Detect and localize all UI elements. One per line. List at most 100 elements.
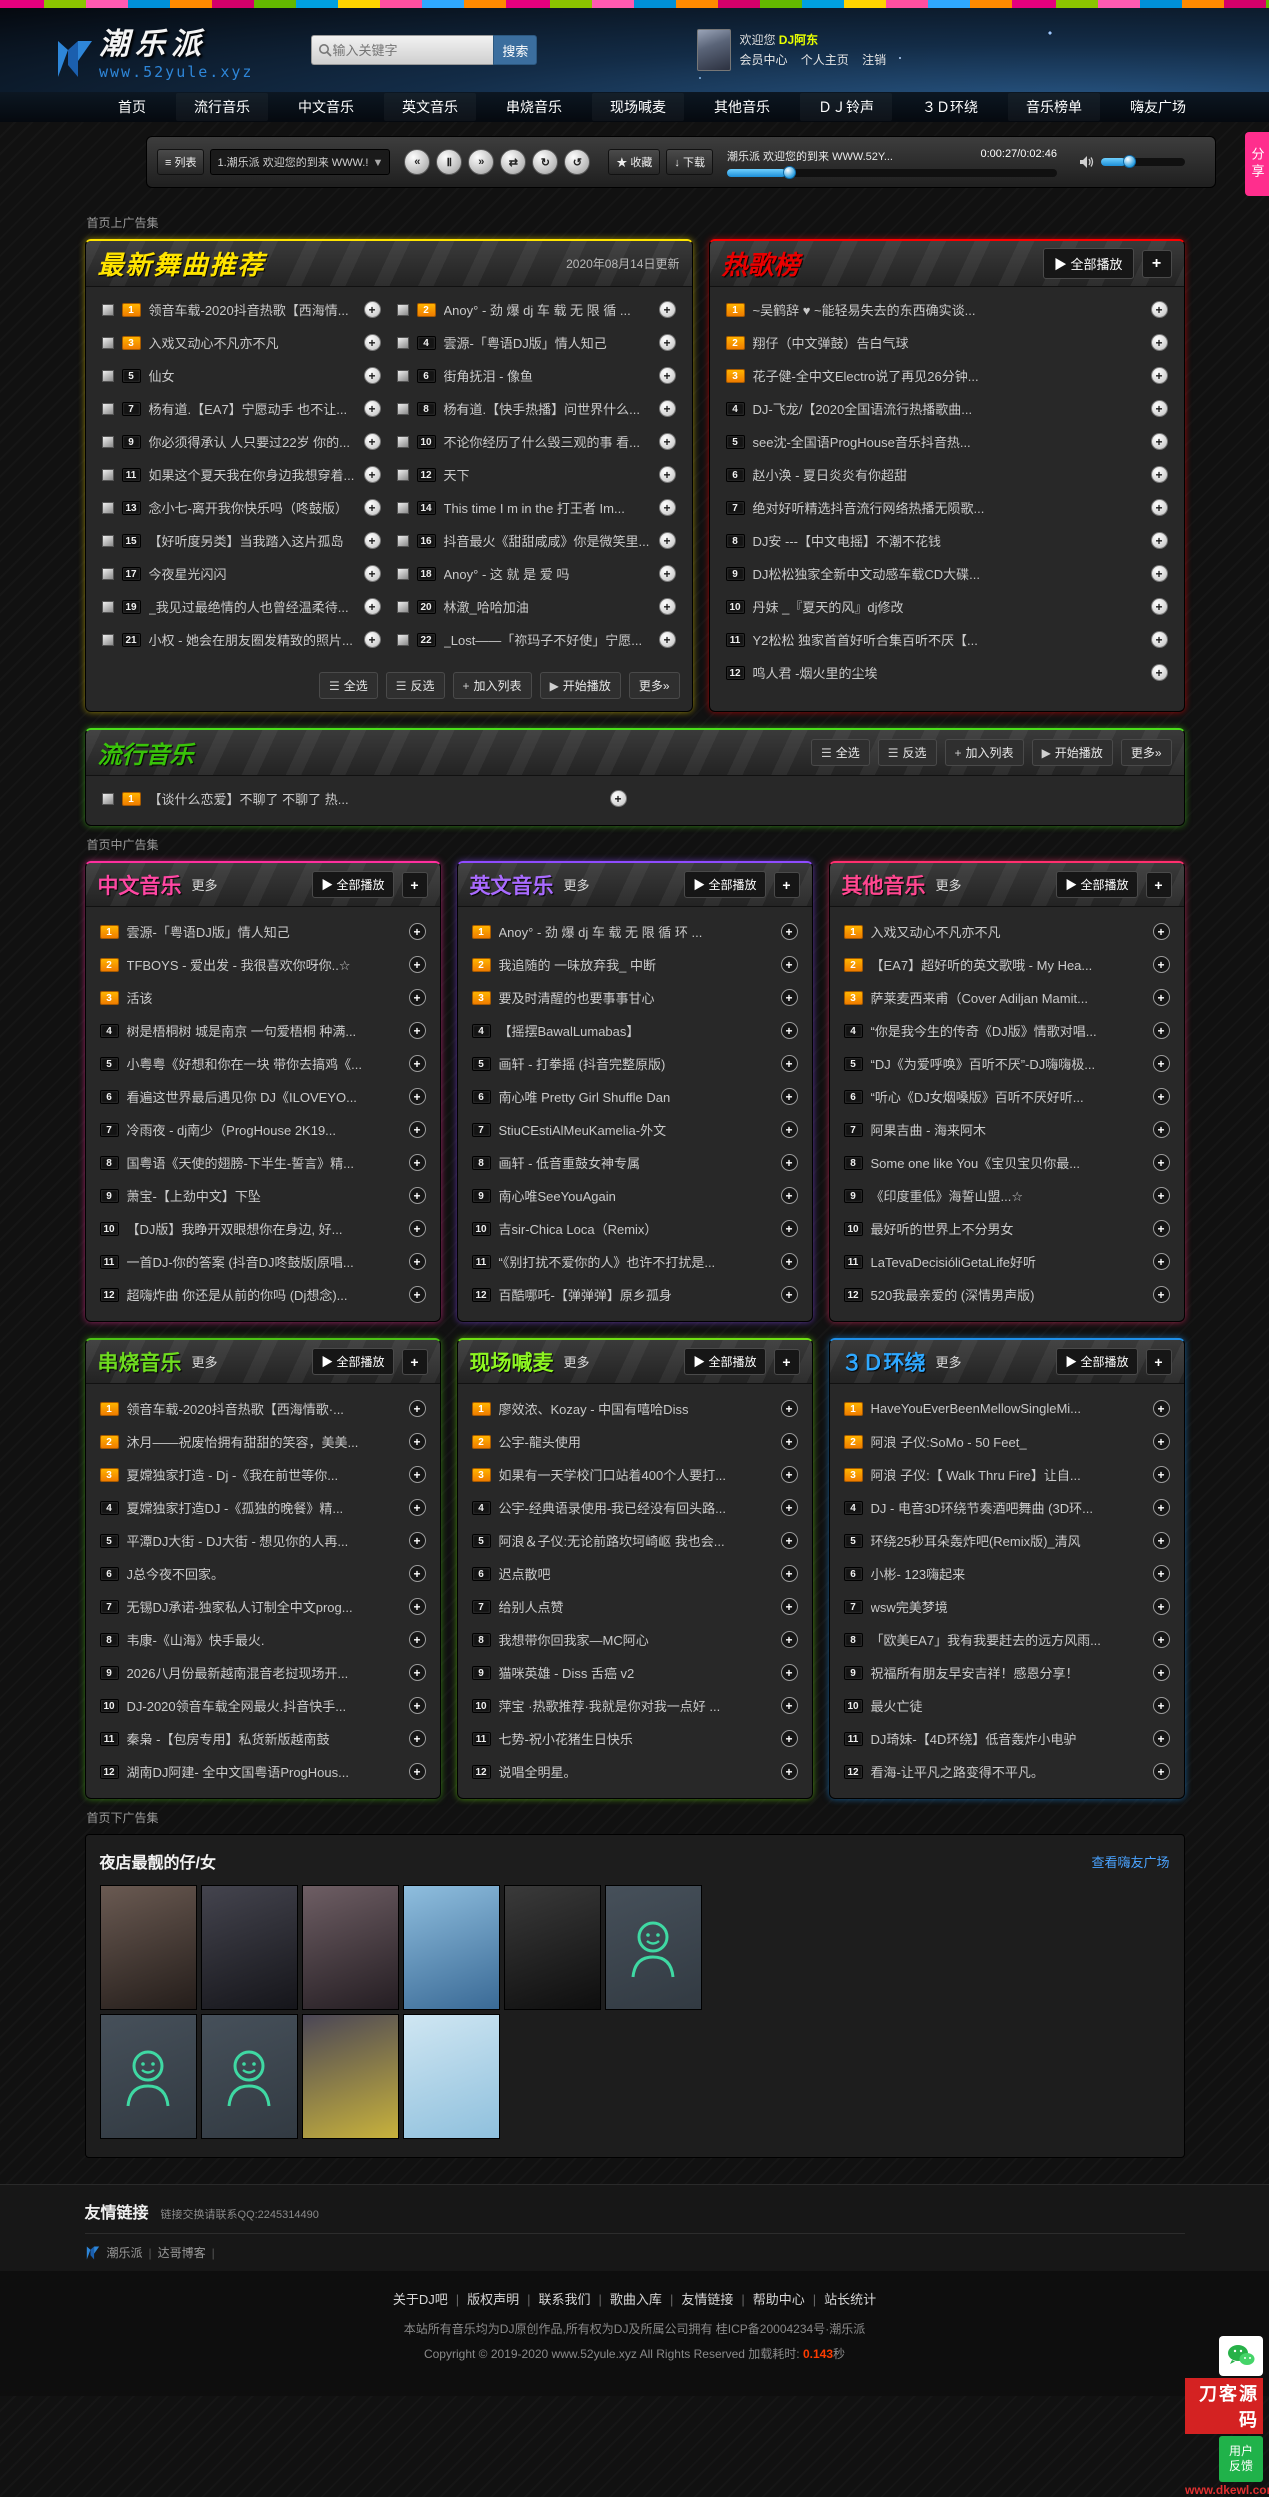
add-song-icon[interactable]: + <box>1151 631 1168 648</box>
song-title[interactable]: 萧宝-【上劲中文】下坠 <box>127 1186 401 1205</box>
search-input[interactable] <box>332 43 482 58</box>
add-song-icon[interactable]: + <box>1153 1763 1170 1780</box>
song-title[interactable]: 「欧美EA7」我有我要赶去的远方风雨... <box>871 1630 1145 1649</box>
add-song-icon[interactable]: + <box>1153 1400 1170 1417</box>
song-title[interactable]: 仙女 <box>149 366 356 385</box>
song-title[interactable]: 画轩 - 打拳摇 (抖音完整原版) <box>499 1054 773 1073</box>
song-title[interactable]: DJ安 ---【中文电摇】不潮不花钱 <box>753 531 1143 550</box>
add-song-icon[interactable]: + <box>409 1631 426 1648</box>
more-link[interactable]: 更多 <box>564 875 590 894</box>
add-song-icon[interactable]: + <box>781 1055 798 1072</box>
song-title[interactable]: 入戏又动心不凡亦不凡 <box>871 922 1145 941</box>
row-checkbox[interactable] <box>102 436 114 448</box>
add-song-icon[interactable]: + <box>1153 1121 1170 1138</box>
more-link[interactable]: 更多 <box>936 875 962 894</box>
row-checkbox[interactable] <box>397 634 409 646</box>
song-title[interactable]: 鸣人君 -烟火里的尘埃 <box>753 663 1143 682</box>
row-checkbox[interactable] <box>102 535 114 547</box>
play-all-button[interactable]: ▶ 全部播放 <box>312 1348 393 1375</box>
song-title[interactable]: 你必须得承认 人只要过22岁 你的... <box>149 432 356 451</box>
play-all-button[interactable]: ▶ 全部播放 <box>1056 871 1137 898</box>
add-song-icon[interactable]: + <box>1153 1286 1170 1303</box>
view-plaza-link[interactable]: 查看嗨友广场 <box>1091 1852 1169 1871</box>
row-checkbox[interactable] <box>397 304 409 316</box>
add-song-icon[interactable]: + <box>1153 923 1170 940</box>
add-song-icon[interactable]: + <box>781 1088 798 1105</box>
song-title[interactable]: ~吴鹤辞 ♥ ~能轻易失去的东西确实谈... <box>753 300 1143 319</box>
user-link-homepage[interactable]: 个人主页 <box>801 53 849 67</box>
friend-link[interactable]: 潮乐派 <box>107 2244 143 2261</box>
photo-man-bw[interactable] <box>504 1885 601 2010</box>
play-all-button[interactable]: ▶ 全部播放 <box>684 1348 765 1375</box>
nav-item-4[interactable]: 串烧音乐 <box>488 93 580 121</box>
song-title[interactable]: 林澈_哈哈加油 <box>444 597 651 616</box>
song-title[interactable]: 南心唯 Pretty Girl Shuffle Dan <box>499 1087 773 1106</box>
add-song-icon[interactable]: + <box>409 1286 426 1303</box>
song-title[interactable]: 秦枭 -【包房专用】私货新版越南鼓 <box>127 1729 401 1748</box>
nav-item-2[interactable]: 中文音乐 <box>280 93 372 121</box>
add-song-icon[interactable]: + <box>1153 1664 1170 1681</box>
song-title[interactable]: 百酷哪吒-【弹弹弹】原乡孤身 <box>499 1285 773 1304</box>
footer-link-5[interactable]: 帮助中心 <box>753 2292 805 2307</box>
photo-girl-dark[interactable] <box>201 1885 298 2010</box>
song-title[interactable]: Some one like You《宝贝宝贝你最... <box>871 1153 1145 1172</box>
add-song-icon[interactable]: + <box>409 1598 426 1615</box>
song-title[interactable]: _我见过最绝情的人也曾经温柔待... <box>149 597 356 616</box>
avatar-default[interactable] <box>201 2014 298 2139</box>
add-all-button[interactable]: + <box>1142 250 1172 278</box>
avatar-default[interactable] <box>100 2014 197 2139</box>
add-song-icon[interactable]: + <box>409 1697 426 1714</box>
play-all-button[interactable]: ▶ 全部播放 <box>312 871 393 898</box>
play-all-button[interactable]: ▶ 全部播放 <box>1043 248 1134 279</box>
more-button[interactable]: 更多» <box>629 672 680 699</box>
user-avatar[interactable] <box>697 29 731 71</box>
song-title[interactable]: 看遍这世界最后遇见你 DJ《ILOVEYO... <box>127 1087 401 1106</box>
song-title[interactable]: 猫咪英雄 - Diss 舌癌 v2 <box>499 1663 773 1682</box>
song-title[interactable]: 我追随的 一味放弃我_ 中断 <box>499 955 773 974</box>
add-song-icon[interactable]: + <box>781 923 798 940</box>
song-title[interactable]: 雲源-「粤语DJ版」情人知己 <box>127 922 401 941</box>
song-title[interactable]: 小粤粤《好想和你在一块 带你去搞鸡《... <box>127 1054 401 1073</box>
add-song-icon[interactable]: + <box>1151 532 1168 549</box>
song-title[interactable]: 如果有一天学校门口站着400个人要打... <box>499 1465 773 1484</box>
song-title[interactable]: 花子健-全中文Electro说了再见26分钟... <box>753 366 1143 385</box>
song-title[interactable]: 翔仔（中文弹鼓）告白气球 <box>753 333 1143 352</box>
add-song-icon[interactable]: + <box>659 565 676 582</box>
row-checkbox[interactable] <box>102 601 114 613</box>
add-song-icon[interactable]: + <box>1153 1565 1170 1582</box>
song-title[interactable]: 今夜星光闪闪 <box>149 564 356 583</box>
prev-button[interactable]: « <box>404 149 430 175</box>
song-title[interactable]: J总今夜不回家。 <box>127 1564 401 1583</box>
add-all-button[interactable]: + <box>774 1349 800 1375</box>
nav-item-6[interactable]: 其他音乐 <box>696 93 788 121</box>
user-link-member[interactable]: 会员中心 <box>739 53 787 67</box>
play-all-button[interactable]: ▶ 全部播放 <box>1056 1348 1137 1375</box>
add-song-icon[interactable]: + <box>659 400 676 417</box>
song-title[interactable]: DJ-2020领音车载全网最火.抖音快手... <box>127 1696 401 1715</box>
row-checkbox[interactable] <box>102 370 114 382</box>
invert-select-button[interactable]: ☰反选 <box>878 739 937 766</box>
repeat-button[interactable]: ↻ <box>532 149 558 175</box>
song-title[interactable]: 雲源-「粤语DJ版」情人知己 <box>444 333 651 352</box>
volume-slider[interactable] <box>1101 158 1185 166</box>
add-song-icon[interactable]: + <box>1153 1499 1170 1516</box>
avatar-default[interactable] <box>605 1885 702 2010</box>
select-all-button[interactable]: ☰全选 <box>319 672 378 699</box>
nav-item-5[interactable]: 现场喊麦 <box>592 93 684 121</box>
play-all-button[interactable]: ▶ 全部播放 <box>684 871 765 898</box>
add-song-icon[interactable]: + <box>781 1253 798 1270</box>
add-song-icon[interactable]: + <box>781 956 798 973</box>
song-title[interactable]: 【EA7】超好听的英文歌哦 - My Hea... <box>871 955 1145 974</box>
add-song-icon[interactable]: + <box>364 334 381 351</box>
add-song-icon[interactable]: + <box>1153 1532 1170 1549</box>
song-title[interactable]: 平潭DJ大街 - DJ大街 - 想见你的人再... <box>127 1531 401 1550</box>
row-checkbox[interactable] <box>397 370 409 382</box>
row-checkbox[interactable] <box>397 469 409 481</box>
progress-bar[interactable] <box>727 169 1057 177</box>
song-title[interactable]: 韦康-《山海》快手最火. <box>127 1630 401 1649</box>
song-title[interactable]: LaTevaDecisióliGetaLife好听 <box>871 1252 1145 1271</box>
footer-link-3[interactable]: 歌曲入库 <box>610 2292 662 2307</box>
row-checkbox[interactable] <box>397 601 409 613</box>
favorite-button[interactable]: ★ 收藏 <box>608 149 660 175</box>
song-title[interactable]: This time I m in the 打王者 Im... <box>444 498 651 517</box>
